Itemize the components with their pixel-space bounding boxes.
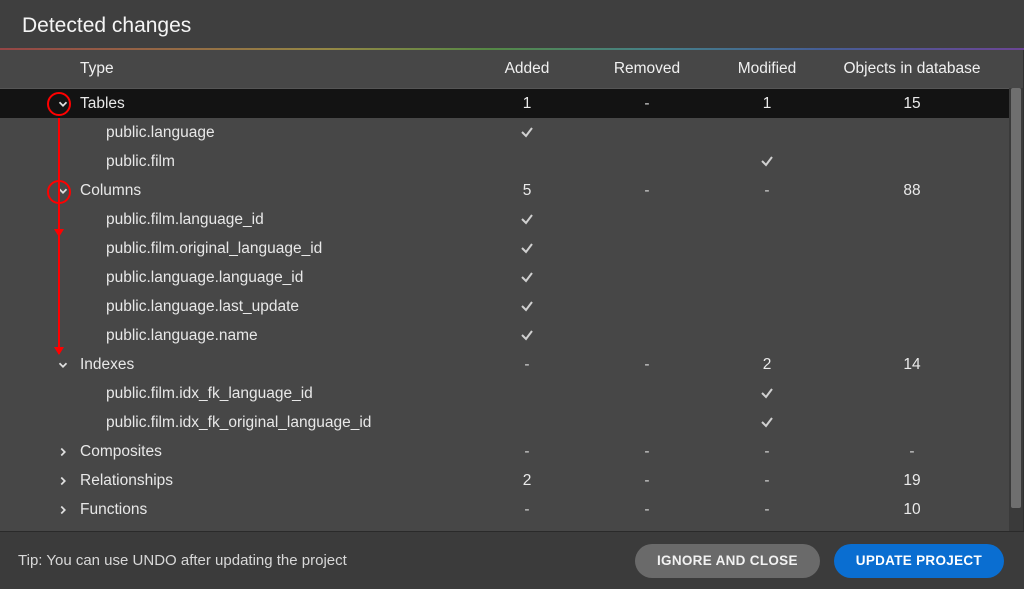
cell-added: 1 [467,95,587,113]
child-name: public.film.idx_fk_language_id [106,385,313,403]
child-row[interactable]: public.film.idx_fk_language_id [0,379,1023,408]
section-row[interactable]: Functions---10 [0,495,1023,524]
col-type: Type [46,60,467,78]
cell-added: 5 [467,182,587,200]
dialog-title: Detected changes [0,0,1024,48]
cell-removed: - [587,95,707,113]
detected-changes-dialog: Detected changes Type Added Removed Modi… [0,0,1024,589]
section-name: Functions [80,501,147,519]
section-name: Composites [80,443,162,461]
section-row[interactable]: Indexes--214 [0,350,1023,379]
chevron-down-icon[interactable] [56,97,70,111]
child-name: public.film [106,153,175,171]
cell-objects: 19 [827,472,997,490]
child-row[interactable]: public.language.last_update [0,292,1023,321]
section-name: Relationships [80,472,173,490]
cell-objects: - [827,443,997,461]
cell-objects: 88 [827,182,997,200]
footer-tip: Tip: You can use UNDO after updating the… [18,552,347,569]
cell-modified: 1 [707,95,827,113]
cell-modified: - [707,443,827,461]
chevron-right-icon[interactable] [56,445,70,459]
child-row[interactable]: public.language.name [0,321,1023,350]
cell-objects: 15 [827,95,997,113]
chevron-down-icon[interactable] [56,184,70,198]
chevron-down-icon[interactable] [56,358,70,372]
chevron-right-icon[interactable] [56,503,70,517]
cell-added [467,211,587,229]
cell-removed: - [587,443,707,461]
col-objects: Objects in database [827,60,997,78]
section-row[interactable]: Tables1-115 [0,89,1023,118]
scrollbar[interactable] [1009,88,1023,531]
col-added: Added [467,60,587,78]
cell-added: - [467,443,587,461]
col-modified: Modified [707,60,827,78]
child-row[interactable]: public.film [0,147,1023,176]
cell-removed: - [587,356,707,374]
section-name: Columns [80,182,141,200]
child-name: public.film.original_language_id [106,240,322,258]
ignore-and-close-button[interactable]: IGNORE AND CLOSE [635,544,820,578]
child-name: public.language [106,124,215,142]
cell-added [467,327,587,345]
changes-table: Type Added Removed Modified Objects in d… [0,50,1024,531]
cell-removed: - [587,182,707,200]
cell-objects: 14 [827,356,997,374]
cell-modified: - [707,472,827,490]
cell-modified: 2 [707,356,827,374]
cell-added: - [467,501,587,519]
cell-modified [707,153,827,171]
cell-modified [707,414,827,432]
section-row[interactable]: Composites---- [0,437,1023,466]
table-header-row: Type Added Removed Modified Objects in d… [0,50,1023,89]
child-row[interactable]: public.language [0,118,1023,147]
cell-modified [707,385,827,403]
scrollbar-thumb[interactable] [1011,88,1021,508]
child-name: public.language.language_id [106,269,303,287]
child-name: public.language.name [106,327,258,345]
cell-objects: 10 [827,501,997,519]
section-name: Tables [80,95,125,113]
child-row[interactable]: public.language.language_id [0,263,1023,292]
cell-added [467,298,587,316]
cell-added [467,269,587,287]
child-name: public.language.last_update [106,298,299,316]
child-name: public.film.idx_fk_original_language_id [106,414,371,432]
col-removed: Removed [587,60,707,78]
dialog-footer: Tip: You can use UNDO after updating the… [0,531,1024,589]
update-project-button[interactable]: UPDATE PROJECT [834,544,1004,578]
cell-removed: - [587,501,707,519]
chevron-right-icon[interactable] [56,474,70,488]
section-name: Indexes [80,356,134,374]
cell-modified: - [707,501,827,519]
section-row[interactable]: Columns5--88 [0,176,1023,205]
cell-modified: - [707,182,827,200]
cell-added [467,240,587,258]
cell-added: 2 [467,472,587,490]
cell-added: - [467,356,587,374]
child-name: public.film.language_id [106,211,264,229]
cell-added [467,124,587,142]
child-row[interactable]: public.film.original_language_id [0,234,1023,263]
child-row[interactable]: public.film.language_id [0,205,1023,234]
table-body: Tables1-115public.languagepublic.filmCol… [0,89,1023,524]
cell-removed: - [587,472,707,490]
child-row[interactable]: public.film.idx_fk_original_language_id [0,408,1023,437]
section-row[interactable]: Relationships2--19 [0,466,1023,495]
